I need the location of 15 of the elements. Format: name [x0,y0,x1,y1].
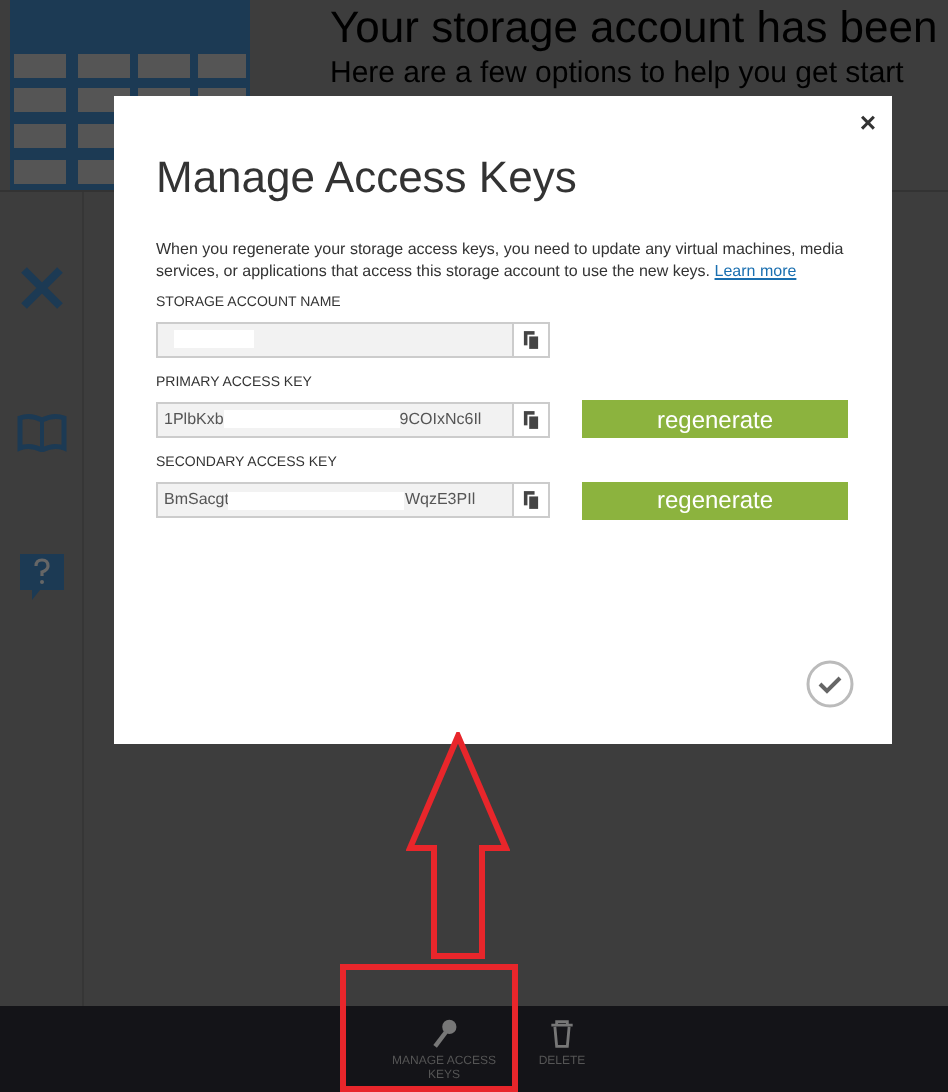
page-title: Your storage account has been [330,0,938,56]
dialog-description: When you regenerate your storage access keys, you need to update any virtual machines, media services, or applications that access this storage account to use the new keys. Learn more [156,238,846,282]
copy-icon[interactable] [514,482,550,518]
learn-more-link[interactable]: Learn more [714,262,797,280]
key-field[interactable]: 1PlbKxb 9COIxNc6Il [156,401,514,437]
dialog-title: Manage Access Keys [156,150,579,206]
trash-icon [546,1018,578,1050]
copy-icon[interactable] [514,401,550,437]
close-button[interactable]: × [859,108,876,136]
confirm-icon[interactable] [806,660,854,708]
key-field[interactable] [156,321,514,357]
key-field[interactable]: BmSacgt WqzE3PIl [156,482,514,518]
copy-icon[interactable] [514,321,550,357]
page-subtitle: Here are a few options to help you get start [330,56,906,92]
key-icon [428,1018,460,1050]
